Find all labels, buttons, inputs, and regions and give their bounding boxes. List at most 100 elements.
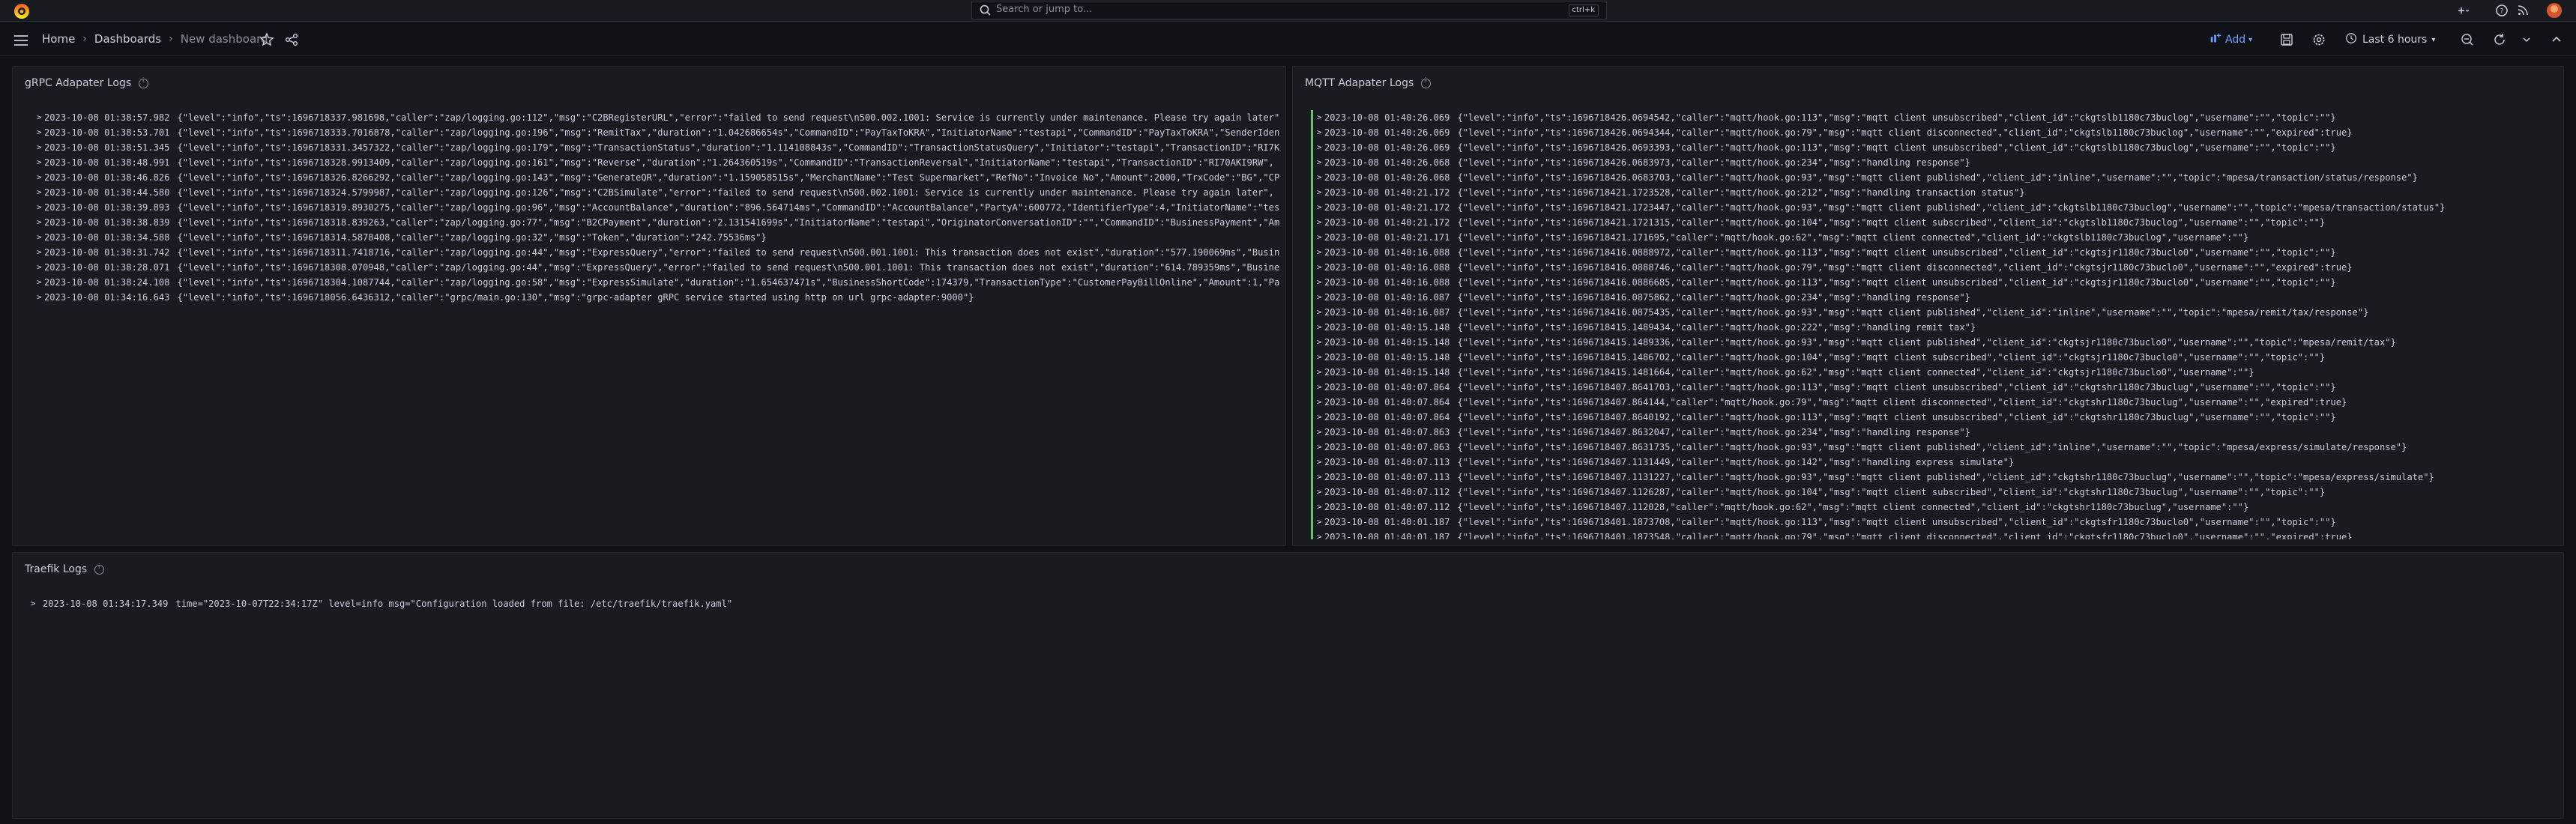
log-row[interactable]: >2023-10-08 01:40:21.172 {"level":"info",… [1311, 200, 2557, 215]
log-row[interactable]: >2023-10-08 01:40:15.148 {"level":"info",… [1311, 365, 2557, 380]
log-row[interactable]: >2023-10-08 01:40:01.187 {"level":"info",… [1311, 515, 2557, 530]
log-row[interactable]: >2023-10-08 01:40:07.863 {"level":"info",… [1311, 425, 2557, 440]
log-row[interactable]: >2023-10-08 01:38:48.991 {"level":"info",… [31, 155, 1279, 170]
log-row[interactable]: >2023-10-08 01:40:07.864 {"level":"info",… [1311, 395, 2557, 410]
log-timestamp: 2023-10-08 01:38:38.839 [44, 217, 170, 228]
log-row[interactable]: >2023-10-08 01:40:26.069 {"level":"info",… [1311, 110, 2557, 125]
search-shortcut-badge: ctrl+k [1568, 4, 1599, 16]
log-timestamp: 2023-10-08 01:40:26.069 [1324, 142, 1450, 153]
expand-chevron-icon: > [1317, 457, 1322, 467]
log-row[interactable]: >2023-10-08 01:34:16.643 {"level":"info",… [31, 290, 1279, 305]
expand-chevron-icon: > [1317, 442, 1322, 452]
user-avatar[interactable] [2547, 3, 2562, 18]
log-row[interactable]: >2023-10-08 01:38:44.580 {"level":"info",… [31, 185, 1279, 200]
log-row[interactable]: >2023-10-08 01:38:38.839 {"level":"info",… [31, 215, 1279, 230]
refresh-icon[interactable] [2491, 31, 2508, 48]
time-range-picker[interactable]: Last 6 hours ▾ [2344, 30, 2435, 49]
add-button[interactable]: Add ▾ [2209, 30, 2252, 49]
log-row[interactable]: >2023-10-08 01:40:15.148 {"level":"info",… [1311, 320, 2557, 335]
log-row[interactable]: >2023-10-08 01:38:31.742 {"level":"info",… [31, 245, 1279, 260]
log-row[interactable]: >2023-10-08 01:40:07.864 {"level":"info",… [1311, 380, 2557, 395]
log-message: {"level":"info","ts":1696718401.1873548,… [1457, 532, 2353, 539]
log-row[interactable]: >2023-10-08 01:40:26.068 {"level":"info",… [1311, 155, 2557, 170]
log-timestamp: 2023-10-08 01:40:07.864 [1324, 412, 1450, 422]
log-row[interactable]: >2023-10-08 01:38:46.826 {"level":"info",… [31, 170, 1279, 185]
log-message: {"level":"info","ts":1696718407.8632047,… [1457, 427, 1970, 437]
log-row[interactable]: >2023-10-08 01:38:28.071 {"level":"info",… [31, 260, 1279, 275]
log-row[interactable]: >2023-10-08 01:38:53.701 {"level":"info",… [31, 125, 1279, 140]
new-plus-icon[interactable] [2452, 1, 2470, 19]
log-timestamp: 2023-10-08 01:40:07.112 [1324, 502, 1450, 512]
log-row[interactable]: >2023-10-08 01:40:07.112 {"level":"info",… [1311, 500, 2557, 515]
expand-chevron-icon: > [1317, 427, 1322, 437]
log-row[interactable]: >2023-10-08 01:40:15.148 {"level":"info",… [1311, 335, 2557, 350]
log-row[interactable]: >2023-10-08 01:40:16.088 {"level":"info",… [1311, 275, 2557, 290]
log-row[interactable]: >2023-10-08 01:38:51.345 {"level":"info",… [31, 140, 1279, 155]
share-icon[interactable] [283, 31, 300, 48]
log-row[interactable]: >2023-10-08 01:40:16.087 {"level":"info",… [1311, 290, 2557, 305]
expand-chevron-icon: > [1317, 172, 1322, 182]
log-list: >2023-10-08 01:38:57.982 {"level":"info",… [31, 110, 1279, 539]
log-message: {"level":"info","ts":1696718056.6436312,… [177, 292, 974, 303]
log-row[interactable]: >2023-10-08 01:40:16.087 {"level":"info",… [1311, 305, 2557, 320]
log-row[interactable]: >2023-10-08 01:40:21.172 {"level":"info",… [1311, 185, 2557, 200]
expand-chevron-icon: > [37, 217, 42, 227]
info-icon[interactable] [139, 77, 149, 88]
log-row[interactable]: >2023-10-08 01:40:26.069 {"level":"info",… [1311, 140, 2557, 155]
log-row[interactable]: >2023-10-08 01:38:57.982 {"level":"info",… [31, 110, 1279, 125]
expand-chevron-icon: > [1317, 472, 1322, 482]
log-row[interactable]: >2023-10-08 01:34:17.349 time="2023-10-07… [31, 596, 2557, 611]
log-row[interactable]: >2023-10-08 01:40:07.113 {"level":"info",… [1311, 470, 2557, 485]
expand-chevron-icon: > [1317, 337, 1322, 347]
log-timestamp: 2023-10-08 01:40:07.864 [1324, 397, 1450, 408]
expand-chevron-icon: > [1317, 307, 1322, 317]
expand-chevron-icon: > [37, 262, 42, 272]
log-timestamp: 2023-10-08 01:34:16.643 [44, 292, 170, 303]
log-row[interactable]: >2023-10-08 01:40:07.112 {"level":"info",… [1311, 485, 2557, 500]
log-row[interactable]: >2023-10-08 01:40:16.088 {"level":"info",… [1311, 260, 2557, 275]
collapse-chevron-up-icon[interactable] [2548, 31, 2565, 48]
breadcrumb-home[interactable]: Home [42, 32, 75, 46]
info-icon[interactable] [94, 563, 105, 575]
refresh-interval-chevron-down-icon[interactable] [2518, 31, 2535, 48]
star-icon[interactable] [259, 31, 275, 48]
log-row[interactable]: >2023-10-08 01:40:15.148 {"level":"info",… [1311, 350, 2557, 365]
log-timestamp: 2023-10-08 01:40:21.171 [1324, 232, 1450, 243]
zoom-out-icon[interactable] [2459, 31, 2476, 48]
info-icon[interactable] [1421, 77, 1432, 88]
add-button-label: Add [2225, 34, 2246, 46]
search-bar[interactable]: Search or jump to... ctrl+k [971, 1, 1607, 19]
grafana-logo-icon[interactable] [12, 1, 31, 21]
log-timestamp: 2023-10-08 01:38:57.982 [44, 112, 170, 123]
log-row[interactable]: >2023-10-08 01:40:07.863 {"level":"info",… [1311, 440, 2557, 455]
log-message: {"level":"info","ts":1696718407.8631735,… [1457, 442, 2407, 452]
expand-chevron-icon: > [1317, 187, 1322, 197]
menu-icon[interactable] [12, 31, 30, 49]
expand-chevron-icon: > [1317, 487, 1322, 497]
log-row[interactable]: >2023-10-08 01:40:26.068 {"level":"info",… [1311, 170, 2557, 185]
log-row[interactable]: >2023-10-08 01:38:24.108 {"level":"info",… [31, 275, 1279, 290]
log-row[interactable]: >2023-10-08 01:40:07.864 {"level":"info",… [1311, 410, 2557, 425]
expand-chevron-icon: > [37, 247, 42, 257]
help-icon[interactable]: ? [2493, 1, 2511, 19]
log-row[interactable]: >2023-10-08 01:40:26.069 {"level":"info",… [1311, 125, 2557, 140]
log-row[interactable]: >2023-10-08 01:38:39.893 {"level":"info",… [31, 200, 1279, 215]
news-rss-icon[interactable] [2514, 1, 2532, 19]
log-timestamp: 2023-10-08 01:40:21.172 [1324, 187, 1450, 198]
log-timestamp: 2023-10-08 01:34:17.349 [43, 599, 169, 609]
add-panel-icon [2209, 31, 2222, 48]
log-row[interactable]: >2023-10-08 01:40:21.171 {"level":"info",… [1311, 230, 2557, 245]
log-message: {"level":"info","ts":1696718318.839263,"… [177, 217, 1279, 228]
log-row[interactable]: >2023-10-08 01:40:16.088 {"level":"info",… [1311, 245, 2557, 260]
save-icon[interactable] [2278, 31, 2295, 48]
log-row[interactable]: >2023-10-08 01:40:07.113 {"level":"info",… [1311, 455, 2557, 470]
settings-gear-icon[interactable] [2311, 31, 2327, 48]
log-message: {"level":"info","ts":1696718314.5878408,… [177, 232, 767, 243]
log-row[interactable]: >2023-10-08 01:38:34.588 {"level":"info",… [31, 230, 1279, 245]
log-row[interactable]: >2023-10-08 01:40:01.187 {"level":"info",… [1311, 530, 2557, 539]
log-timestamp: 2023-10-08 01:40:16.088 [1324, 262, 1450, 273]
chevron-right-icon: › [169, 33, 173, 45]
breadcrumb-dashboards[interactable]: Dashboards [94, 32, 161, 46]
log-row[interactable]: >2023-10-08 01:40:21.172 {"level":"info",… [1311, 215, 2557, 230]
log-timestamp: 2023-10-08 01:38:34.588 [44, 232, 170, 243]
